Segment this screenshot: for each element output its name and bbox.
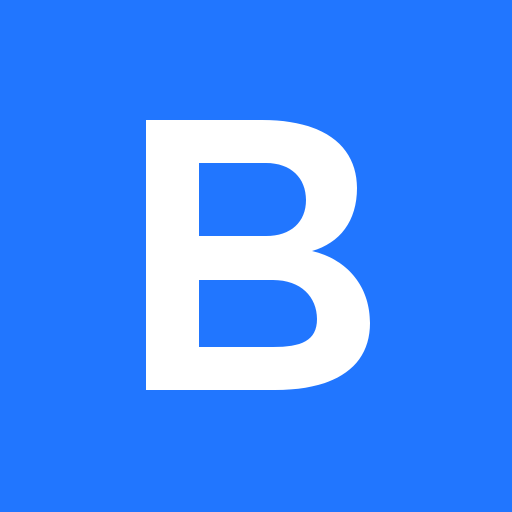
app-icon-tile — [0, 0, 512, 512]
letter-b-logo-icon — [146, 120, 370, 390]
